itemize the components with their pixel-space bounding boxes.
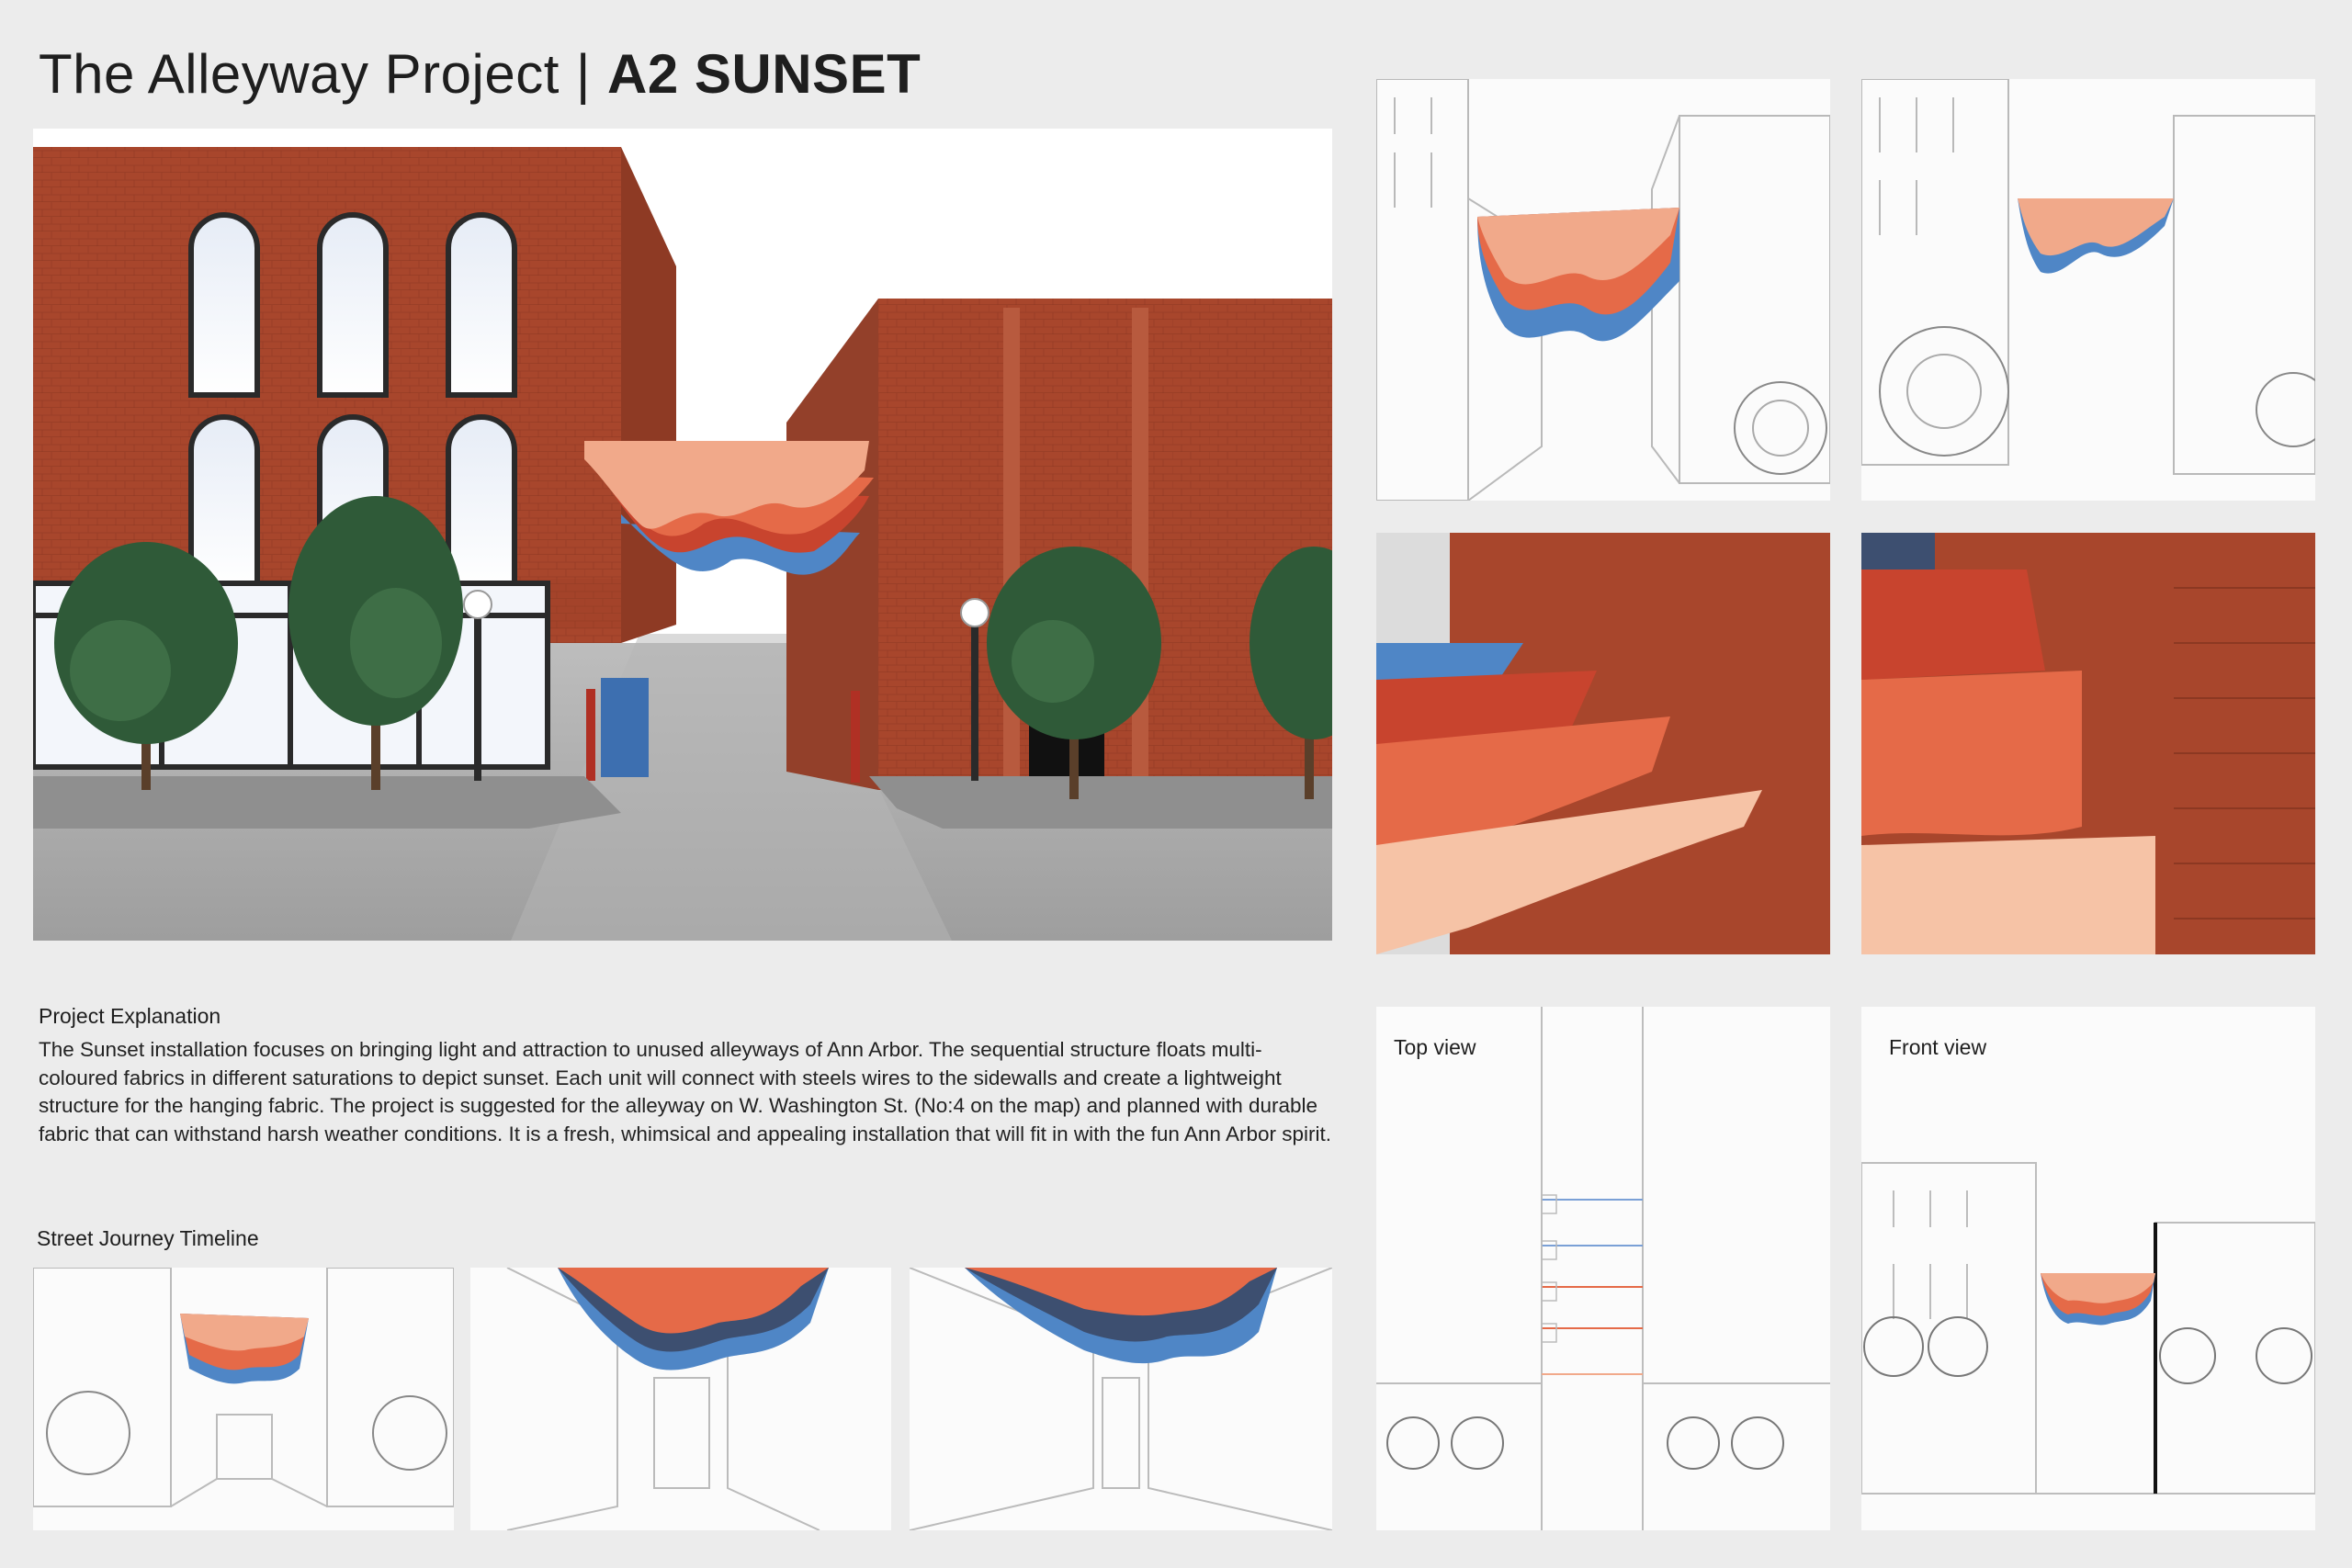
sketch-view-2-image [1861,79,2315,501]
project-name: The Alleyway Project [39,43,560,105]
timeline-heading: Street Journey Timeline [37,1226,259,1250]
front-view-drawing [1861,1007,2315,1530]
sketch-view-1-image [1376,79,1830,501]
top-view-label: Top view [1394,1035,1476,1059]
closeup-render-2-image [1861,533,2315,954]
explanation-heading: Project Explanation [39,1004,221,1028]
top-view-drawing [1376,1007,1830,1530]
title-separator: | [575,43,591,105]
timeline-frame-1-image [33,1268,454,1530]
page-title: The Alleyway Project | A2 SUNSET [39,40,921,108]
project-subtitle: A2 SUNSET [607,43,922,105]
main-render-image [33,129,1332,941]
front-view-label: Front view [1889,1035,1987,1059]
timeline-frame-3-image [910,1268,1332,1530]
timeline-frame-2-image [470,1268,891,1530]
explanation-body: The Sunset installation focuses on bring… [39,1038,1331,1145]
closeup-render-1-image [1376,533,1830,954]
